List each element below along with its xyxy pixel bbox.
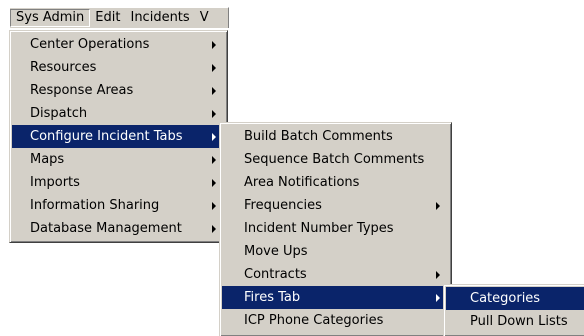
menu-item-label: Build Batch Comments bbox=[244, 129, 393, 144]
menu-item-label: Dispatch bbox=[30, 106, 88, 121]
submenu-arrow-icon bbox=[212, 64, 216, 72]
menu-item-label: ICP Phone Categories bbox=[244, 313, 384, 328]
menu-item-label: Frequencies bbox=[244, 198, 322, 213]
menu-item-label: Move Ups bbox=[244, 244, 308, 259]
menu-item-area-notifications[interactable]: Area Notifications bbox=[222, 171, 449, 194]
menu-item-label: Configure Incident Tabs bbox=[30, 129, 183, 144]
menu-item-label: Fires Tab bbox=[244, 290, 301, 305]
menu-item-label: Information Sharing bbox=[30, 198, 160, 213]
menu-item-pull-down-lists[interactable]: Pull Down Lists bbox=[446, 310, 584, 333]
menubar-sys-admin[interactable]: Sys Admin bbox=[10, 9, 91, 27]
menu-item-fires-tab[interactable]: Fires Tab bbox=[222, 286, 449, 309]
menu-bar: Sys Admin Edit Incidents V bbox=[9, 7, 229, 28]
configure-incident-tabs-submenu: Build Batch Comments Sequence Batch Comm… bbox=[219, 122, 452, 336]
menu-item-response-areas[interactable]: Response Areas bbox=[12, 79, 225, 102]
menu-item-label: Sequence Batch Comments bbox=[244, 152, 425, 167]
menu-item-resources[interactable]: Resources bbox=[12, 56, 225, 79]
menu-item-sequence-batch-comments[interactable]: Sequence Batch Comments bbox=[222, 148, 449, 171]
menu-item-label: Response Areas bbox=[30, 83, 134, 98]
menu-item-label: Categories bbox=[470, 291, 541, 306]
menu-item-label: Incident Number Types bbox=[244, 221, 394, 236]
submenu-arrow-icon bbox=[212, 179, 216, 187]
menu-item-label: Center Operations bbox=[30, 37, 150, 52]
submenu-arrow-icon bbox=[212, 225, 216, 233]
menu-item-move-ups[interactable]: Move Ups bbox=[222, 240, 449, 263]
menu-item-database-management[interactable]: Database Management bbox=[12, 217, 225, 240]
menu-item-label: Contracts bbox=[244, 267, 307, 282]
menubar-view-truncated[interactable]: V bbox=[195, 9, 214, 27]
submenu-arrow-icon bbox=[212, 110, 216, 118]
menu-item-information-sharing[interactable]: Information Sharing bbox=[12, 194, 225, 217]
submenu-arrow-icon bbox=[212, 202, 216, 210]
menu-item-center-operations[interactable]: Center Operations bbox=[12, 33, 225, 56]
submenu-arrow-icon bbox=[212, 133, 216, 141]
menu-item-categories[interactable]: Categories bbox=[446, 287, 584, 310]
submenu-arrow-icon bbox=[436, 294, 440, 302]
submenu-arrow-icon bbox=[212, 41, 216, 49]
menu-item-label: Database Management bbox=[30, 221, 182, 236]
menu-item-label: Area Notifications bbox=[244, 175, 360, 190]
menu-item-maps[interactable]: Maps bbox=[12, 148, 225, 171]
menu-item-configure-incident-tabs[interactable]: Configure Incident Tabs bbox=[12, 125, 225, 148]
menu-item-build-batch-comments[interactable]: Build Batch Comments bbox=[222, 125, 449, 148]
menu-item-incident-number-types[interactable]: Incident Number Types bbox=[222, 217, 449, 240]
menu-item-label: Resources bbox=[30, 60, 97, 75]
menu-item-label: Pull Down Lists bbox=[470, 314, 568, 329]
sys-admin-menu: Center Operations Resources Response Are… bbox=[9, 30, 228, 243]
menu-item-dispatch[interactable]: Dispatch bbox=[12, 102, 225, 125]
submenu-arrow-icon bbox=[436, 271, 440, 279]
menu-item-icp-phone-categories[interactable]: ICP Phone Categories bbox=[222, 309, 449, 332]
menu-item-imports[interactable]: Imports bbox=[12, 171, 225, 194]
menu-item-label: Imports bbox=[30, 175, 80, 190]
submenu-arrow-icon bbox=[436, 202, 440, 210]
fires-tab-submenu: Categories Pull Down Lists bbox=[443, 284, 584, 336]
menu-item-contracts[interactable]: Contracts bbox=[222, 263, 449, 286]
menubar-edit[interactable]: Edit bbox=[90, 9, 125, 27]
menu-item-frequencies[interactable]: Frequencies bbox=[222, 194, 449, 217]
submenu-arrow-icon bbox=[212, 156, 216, 164]
submenu-arrow-icon bbox=[212, 87, 216, 95]
menubar-incidents[interactable]: Incidents bbox=[125, 9, 194, 27]
menu-item-label: Maps bbox=[30, 152, 65, 167]
